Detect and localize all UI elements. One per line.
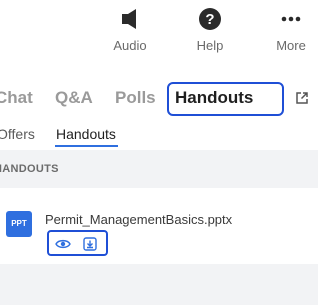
view-eye-icon[interactable] — [55, 236, 71, 252]
subtab-handouts[interactable]: Handouts — [56, 126, 116, 142]
tab-qa[interactable]: Q&A — [55, 88, 93, 108]
more-label: More — [276, 38, 306, 53]
sub-tabs: Offers Handouts — [0, 122, 318, 150]
audio-button[interactable]: Audio — [100, 6, 160, 53]
help-button[interactable]: ? Help — [180, 6, 240, 53]
subtab-offers[interactable]: Offers — [0, 126, 35, 142]
svg-text:?: ? — [205, 11, 214, 28]
file-name[interactable]: Permit_ManagementBasics.pptx — [45, 212, 232, 227]
handouts-section-header: HANDOUTS — [0, 150, 318, 188]
help-circle-icon: ? — [199, 8, 221, 30]
handout-file-item: PPT Permit_ManagementBasics.pptx — [0, 196, 318, 264]
tab-polls[interactable]: Polls — [115, 88, 156, 108]
tab-handouts-highlight — [167, 82, 284, 116]
panel-footer-area — [0, 264, 318, 305]
ppt-file-icon: PPT — [6, 211, 32, 237]
download-icon[interactable] — [82, 236, 98, 252]
help-label: Help — [196, 38, 224, 53]
tab-chat[interactable]: Chat — [0, 88, 33, 108]
handouts-panel: Audio ? Help More Chat Q&A Polls Handout… — [0, 0, 318, 305]
file-actions-highlight — [47, 230, 108, 256]
popout-icon[interactable] — [295, 91, 309, 105]
speaker-icon — [122, 9, 136, 29]
main-tabs: Chat Q&A Polls Handouts — [0, 82, 318, 118]
active-subtab-indicator — [55, 145, 118, 147]
more-dots-icon — [281, 16, 301, 22]
more-button[interactable]: More — [261, 6, 318, 53]
section-title: HANDOUTS — [0, 163, 59, 175]
audio-label: Audio — [113, 38, 147, 53]
top-toolbar: Audio ? Help More — [0, 0, 318, 64]
